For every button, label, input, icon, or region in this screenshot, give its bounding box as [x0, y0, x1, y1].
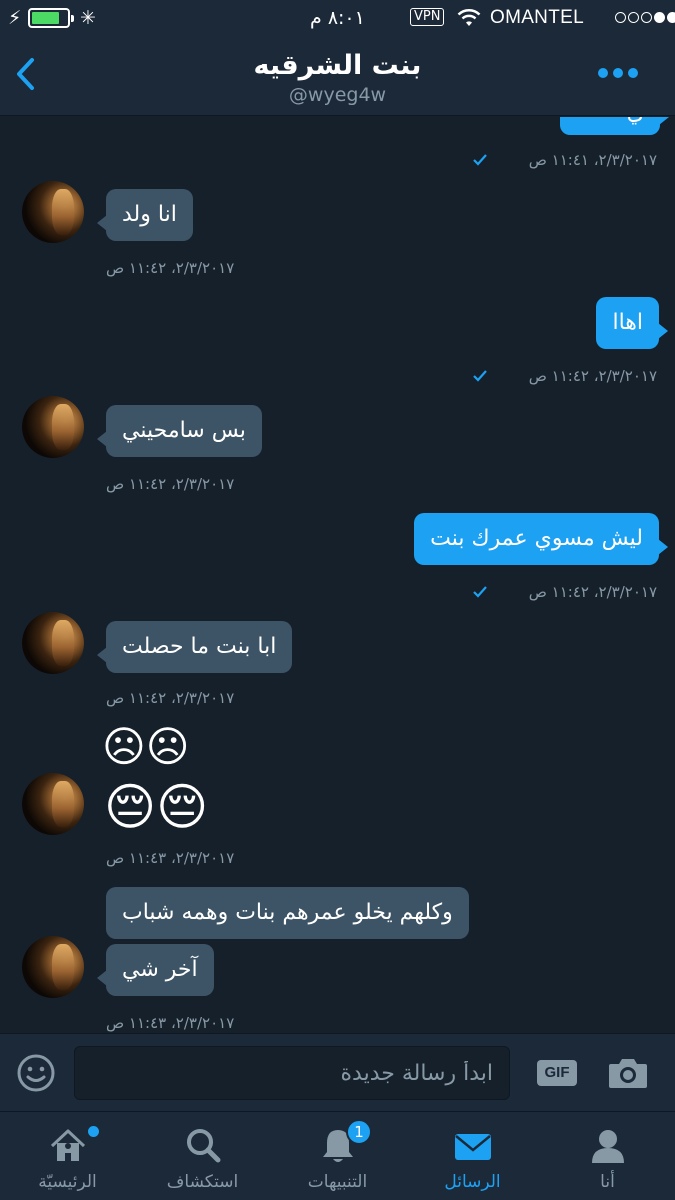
tab-explore[interactable]: استكشاف [135, 1112, 270, 1200]
message-text: آخر شي [122, 957, 198, 982]
incoming-message[interactable]: انا ولد [97, 189, 193, 241]
message-timestamp: ٢/٣/٢٠١٧، ١١:٤٢ ص [528, 583, 657, 601]
battery-icon [28, 8, 74, 28]
tab-label: أنا [600, 1172, 615, 1192]
message-timestamp: ٢/٣/٢٠١٧، ١١:٤٢ ص [106, 689, 235, 707]
message-text: بس سامحيني [122, 418, 246, 443]
incoming-message[interactable]: وكلهم يخلو عمرهم بنات وهمه شباب [106, 887, 469, 939]
tab-label: الرسائل [444, 1172, 501, 1192]
composer-bar: GIF [0, 1033, 675, 1111]
wifi-icon [456, 7, 482, 34]
sent-check-icon [473, 154, 487, 166]
carrier-name: OMANTEL [490, 7, 584, 28]
emoji-message-line[interactable]: ☹☹ [102, 723, 190, 771]
person-icon [591, 1130, 624, 1163]
sent-check-icon [473, 370, 487, 382]
outgoing-message[interactable]: اهاا [596, 297, 668, 349]
message-timestamp: ٢/٣/٢٠١٧، ١١:٤٢ ص [106, 259, 235, 277]
message-timestamp: ٢/٣/٢٠١٧، ١١:٤٢ ص [106, 475, 235, 493]
avatar[interactable] [22, 612, 84, 674]
tab-messages[interactable]: الرسائل [405, 1112, 540, 1200]
tab-me[interactable]: أنا [540, 1112, 675, 1200]
status-bar: ⚡ ✳ ٨:٠١ م VPN OMANTEL [0, 0, 675, 36]
smiley-icon [17, 1054, 55, 1092]
message-thread[interactable]: ي ٢/٣/٢٠١٧، ١١:٤١ ص انا ولد ٢/٣/٢٠١٧، ١١… [0, 117, 675, 1032]
envelope-icon [454, 1134, 491, 1160]
camera-icon [609, 1059, 647, 1088]
message-timestamp: ٢/٣/٢٠١٧، ١١:٤٣ ص [106, 849, 235, 867]
message-timestamp: ٢/٣/٢٠١٧، ١١:٤٣ ص [106, 1014, 235, 1032]
emoji-button[interactable] [16, 1053, 56, 1093]
message-text: ابا بنت ما حصلت [122, 634, 277, 659]
sent-check-icon [473, 586, 487, 598]
activity-spinner-icon: ✳ [80, 7, 96, 29]
tab-home[interactable]: الرئيسيّة [0, 1112, 135, 1200]
incoming-message[interactable]: بس سامحيني [97, 405, 262, 457]
message-timestamp: ٢/٣/٢٠١٧، ١١:٤٢ ص [528, 367, 657, 385]
camera-button[interactable] [607, 1056, 649, 1090]
signal-strength-icon [615, 12, 675, 23]
avatar[interactable] [22, 181, 84, 243]
tab-label: استكشاف [166, 1172, 239, 1192]
tab-bar: الرئيسيّة استكشاف التنبيهات 1 الرسائل أن… [0, 1111, 675, 1200]
avatar[interactable] [22, 773, 84, 835]
tab-notifications[interactable]: التنبيهات [270, 1112, 405, 1200]
notification-count-badge: 1 [346, 1119, 372, 1145]
message-timestamp: ٢/٣/٢٠١٧، ١١:٤١ ص [528, 151, 657, 169]
tab-label: التنبيهات [307, 1172, 368, 1192]
vpn-indicator: VPN [410, 8, 445, 26]
message-input[interactable] [74, 1046, 510, 1100]
message-text: اهاا [612, 310, 643, 335]
avatar[interactable] [22, 936, 84, 998]
more-options-button[interactable] [598, 68, 638, 78]
clock: ٨:٠١ م [310, 7, 365, 29]
avatar[interactable] [22, 396, 84, 458]
new-content-dot [88, 1126, 99, 1137]
message-text: ي [627, 117, 644, 125]
home-icon [50, 1129, 85, 1161]
charging-icon: ⚡ [8, 7, 22, 29]
message-text: وكلهم يخلو عمرهم بنات وهمه شباب [122, 900, 453, 925]
tab-label: الرئيسيّة [38, 1172, 97, 1192]
incoming-message[interactable]: ابا بنت ما حصلت [96, 621, 293, 673]
conversation-handle: @wyeg4w [288, 84, 387, 106]
outgoing-message[interactable]: ي [560, 117, 669, 135]
outgoing-message[interactable]: ليش مسوي عمرك بنت [414, 513, 668, 565]
message-text: ليش مسوي عمرك بنت [430, 526, 643, 551]
message-text: انا ولد [122, 202, 177, 227]
search-icon [186, 1129, 220, 1163]
incoming-message[interactable]: آخر شي [97, 944, 214, 996]
gif-button[interactable]: GIF [537, 1060, 577, 1086]
emoji-message-line[interactable]: 😔😔 [104, 777, 208, 837]
conversation-title: بنت الشرقيه [253, 50, 422, 81]
conversation-header: بنت الشرقيه @wyeg4w [0, 36, 675, 116]
